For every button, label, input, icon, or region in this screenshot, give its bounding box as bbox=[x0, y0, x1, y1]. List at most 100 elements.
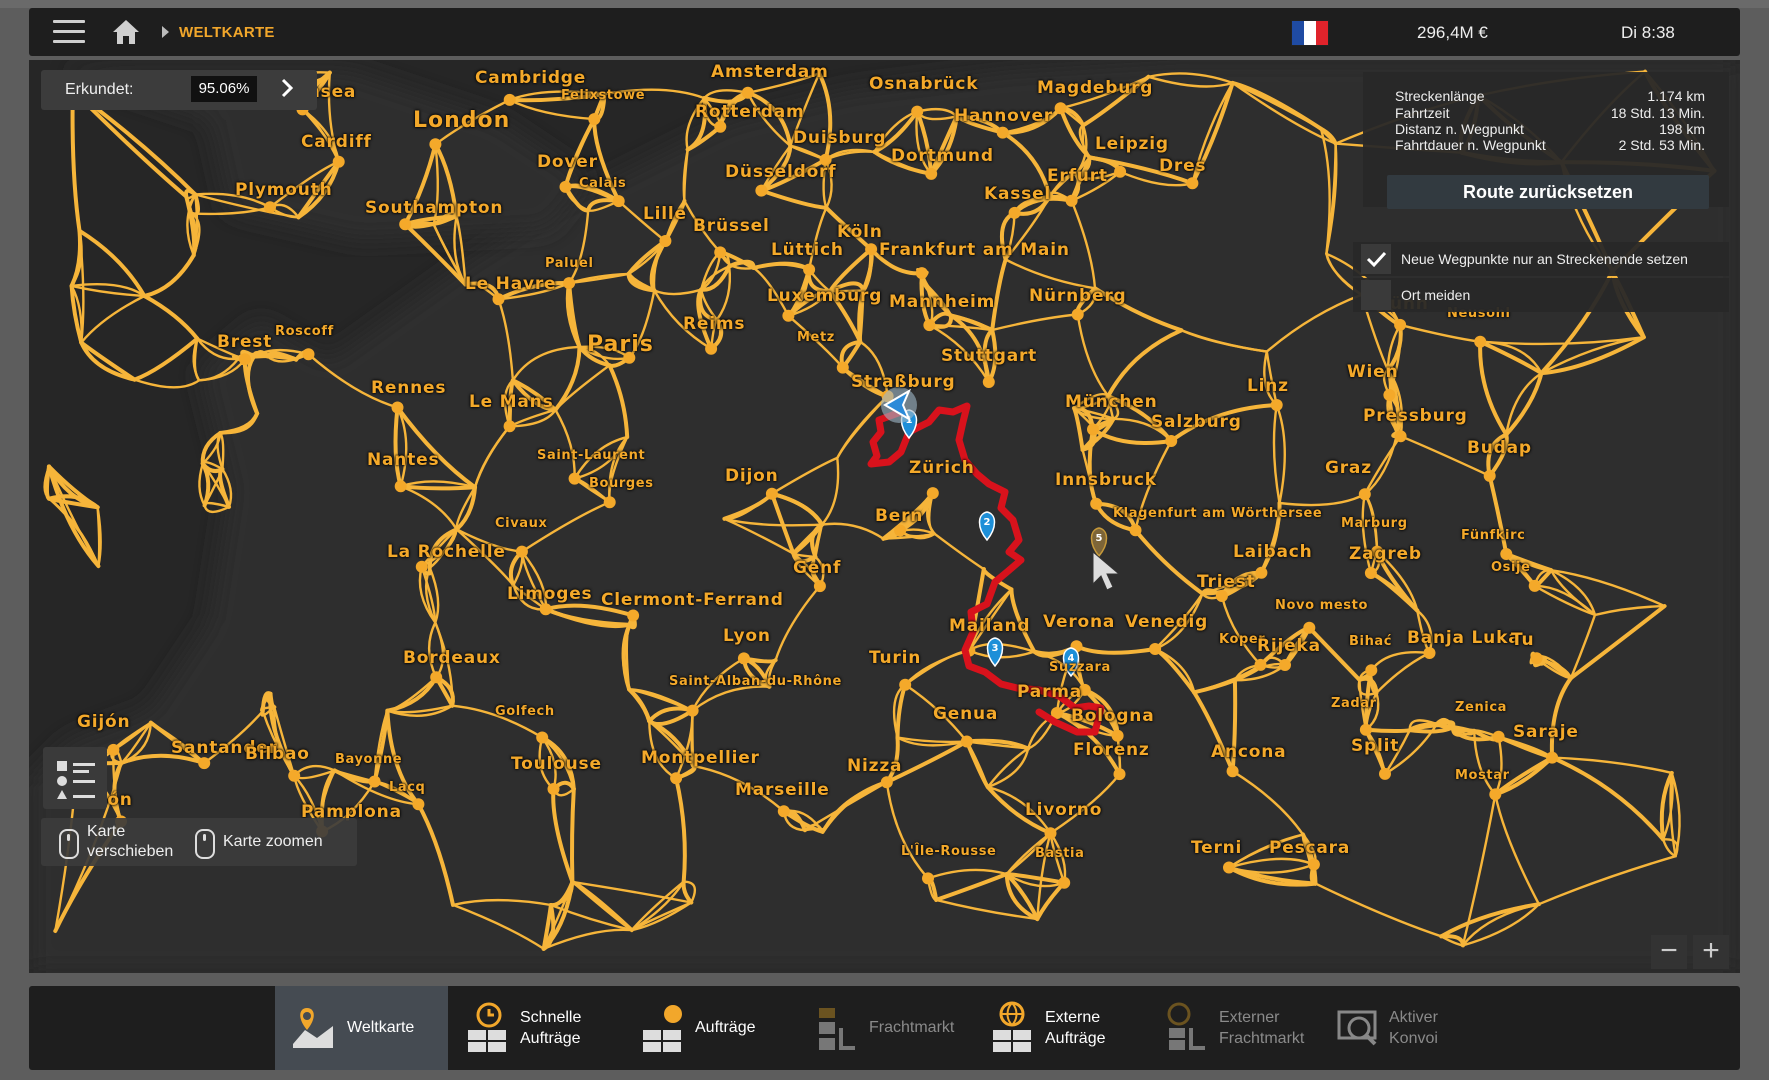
city-dot[interactable] bbox=[880, 776, 893, 789]
city-dot[interactable] bbox=[923, 319, 936, 332]
city-dot[interactable] bbox=[1423, 647, 1436, 659]
city-dot[interactable] bbox=[1500, 548, 1513, 560]
city-dot[interactable] bbox=[1365, 664, 1378, 677]
city-dot[interactable] bbox=[264, 201, 276, 214]
city-dot[interactable] bbox=[915, 267, 928, 280]
city-dot[interactable] bbox=[547, 783, 560, 795]
city-dot[interactable] bbox=[741, 86, 754, 99]
city-dot[interactable] bbox=[670, 772, 683, 785]
home-icon[interactable] bbox=[111, 18, 141, 46]
city-dot[interactable] bbox=[705, 342, 718, 355]
city-dot[interactable] bbox=[1474, 335, 1487, 348]
city-dot[interactable] bbox=[911, 105, 924, 118]
city-dot[interactable] bbox=[922, 872, 934, 885]
city-dot[interactable] bbox=[813, 580, 826, 593]
city-dot[interactable] bbox=[627, 609, 640, 622]
city-dot[interactable] bbox=[1065, 194, 1078, 207]
city-dot[interactable] bbox=[1090, 497, 1103, 510]
city-dot[interactable] bbox=[899, 678, 912, 691]
breadcrumb[interactable]: WELTKARTE bbox=[179, 24, 275, 41]
checkbox-checked[interactable] bbox=[1361, 244, 1391, 274]
city-dot[interactable] bbox=[368, 775, 381, 788]
city-dot[interactable] bbox=[429, 138, 442, 151]
city-dot[interactable] bbox=[865, 243, 878, 256]
city-dot[interactable] bbox=[1489, 788, 1502, 801]
city-dot[interactable] bbox=[238, 353, 251, 366]
option-waypoints-at-end[interactable]: Neue Wegpunkte nur an Streckenende setze… bbox=[1353, 242, 1729, 276]
tab-freight-market[interactable]: Frachtmarkt bbox=[803, 986, 978, 1070]
city-dot[interactable] bbox=[515, 545, 528, 558]
city-dot[interactable] bbox=[1279, 659, 1291, 671]
city-dot[interactable] bbox=[1379, 767, 1391, 780]
city-dot[interactable] bbox=[603, 496, 616, 509]
city-dot[interactable] bbox=[1071, 308, 1084, 321]
city-dot[interactable] bbox=[563, 277, 576, 290]
city-dot[interactable] bbox=[198, 757, 211, 770]
city-dot[interactable] bbox=[894, 524, 907, 537]
city-dot[interactable] bbox=[1058, 876, 1071, 889]
city-dot[interactable] bbox=[1364, 567, 1377, 579]
map-legend-button[interactable] bbox=[43, 747, 107, 809]
zoom-out-button[interactable]: − bbox=[1651, 935, 1687, 969]
city-dot[interactable] bbox=[1008, 206, 1021, 219]
city-dot[interactable] bbox=[1114, 165, 1127, 178]
zoom-in-button[interactable]: + bbox=[1693, 935, 1729, 969]
option-avoid-location[interactable]: Ort meiden bbox=[1353, 278, 1729, 312]
city-dot[interactable] bbox=[1394, 430, 1407, 443]
city-dot[interactable] bbox=[1546, 751, 1559, 764]
city-dot[interactable] bbox=[1303, 621, 1316, 634]
city-dot[interactable] bbox=[1358, 488, 1371, 501]
city-dot[interactable] bbox=[782, 309, 795, 322]
city-dot[interactable] bbox=[1223, 861, 1235, 874]
city-dot[interactable] bbox=[1113, 768, 1126, 781]
city-dot[interactable] bbox=[612, 195, 625, 208]
tab-external-jobs[interactable]: Externe Aufträge bbox=[985, 986, 1150, 1070]
city-dot[interactable] bbox=[777, 805, 790, 818]
city-dot[interactable] bbox=[559, 180, 572, 193]
city-dot[interactable] bbox=[926, 487, 939, 500]
city-dot[interactable] bbox=[536, 731, 549, 744]
city-dot[interactable] bbox=[1054, 102, 1067, 115]
city-dot[interactable] bbox=[107, 743, 120, 756]
city-dot[interactable] bbox=[394, 480, 407, 493]
city-dot[interactable] bbox=[836, 361, 849, 374]
city-dot[interactable] bbox=[492, 293, 505, 306]
city-dot[interactable] bbox=[415, 560, 428, 573]
city-dot[interactable] bbox=[803, 263, 816, 276]
city-dot[interactable] bbox=[1394, 318, 1407, 331]
reset-route-button[interactable]: Route zurücksetzen bbox=[1387, 175, 1709, 209]
city-dot[interactable] bbox=[714, 246, 727, 259]
city-dot[interactable] bbox=[925, 167, 938, 180]
city-dot[interactable] bbox=[412, 798, 425, 811]
city-dot[interactable] bbox=[1383, 389, 1396, 401]
city-dot[interactable] bbox=[1255, 566, 1268, 579]
menu-icon[interactable] bbox=[53, 20, 85, 44]
city-dot[interactable] bbox=[755, 184, 768, 197]
city-dot[interactable] bbox=[1226, 765, 1239, 778]
city-dot[interactable] bbox=[503, 420, 516, 433]
city-dot[interactable] bbox=[1129, 524, 1142, 537]
world-map[interactable]: 12345 Cambridge wansea Felixstowe London Car… bbox=[29, 60, 1740, 973]
city-dot[interactable] bbox=[737, 652, 750, 665]
city-dot[interactable] bbox=[430, 671, 443, 684]
city-dot[interactable] bbox=[1492, 730, 1505, 743]
tab-external-freight-market[interactable]: Externer Frachtmarkt bbox=[1157, 986, 1337, 1070]
city-dot[interactable] bbox=[332, 155, 345, 168]
city-dot[interactable] bbox=[996, 126, 1009, 139]
tab-jobs[interactable]: Aufträge bbox=[633, 986, 793, 1070]
checkbox-unchecked[interactable] bbox=[1361, 280, 1391, 310]
city-dot[interactable] bbox=[1149, 643, 1162, 655]
city-dot[interactable] bbox=[288, 769, 301, 782]
city-dot[interactable] bbox=[399, 218, 412, 231]
tab-world-map[interactable]: Weltkarte bbox=[275, 986, 448, 1070]
city-dot[interactable] bbox=[1254, 658, 1267, 671]
city-dot[interactable] bbox=[765, 487, 778, 500]
city-dot[interactable] bbox=[1307, 858, 1320, 871]
chevron-right-icon[interactable] bbox=[281, 78, 293, 98]
city-dot[interactable] bbox=[588, 113, 601, 126]
city-dot[interactable] bbox=[302, 348, 315, 361]
city-dot[interactable] bbox=[1186, 177, 1199, 190]
city-dot[interactable] bbox=[539, 603, 552, 616]
city-dot[interactable] bbox=[1530, 652, 1543, 665]
city-dot[interactable] bbox=[659, 235, 672, 247]
